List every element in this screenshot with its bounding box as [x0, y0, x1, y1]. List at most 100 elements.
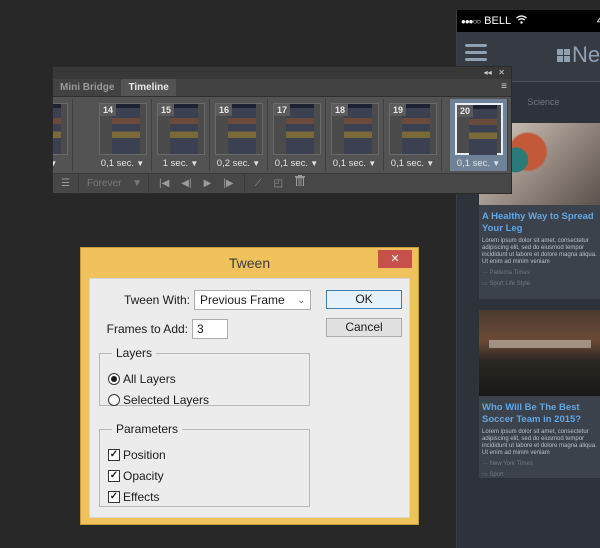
next-frame-icon[interactable]: |▶: [223, 174, 233, 194]
article-excerpt: Lorem ipsum dolor sit amet, consectetur …: [482, 238, 597, 265]
frame-number: 18: [332, 104, 349, 116]
checkbox-label: Effects: [123, 490, 160, 504]
frames-to-add-input[interactable]: 3: [192, 319, 228, 339]
animation-frame[interactable]: 17 0,1 sec. ▼: [268, 99, 326, 171]
checkbox-label: Position: [123, 448, 166, 462]
chevron-down-icon: ▼: [188, 159, 199, 168]
checkbox-opacity[interactable]: ✓ Opacity: [108, 469, 164, 483]
animation-frame[interactable]: 14 0,1 sec. ▼: [94, 99, 152, 171]
article-source: ··· New York Times: [482, 461, 533, 467]
frame-number: 20: [457, 105, 474, 117]
phone-status-bar: ●●●○○ BELL 4:: [457, 10, 600, 32]
ok-button[interactable]: OK: [326, 290, 402, 309]
frame-thumbnail: 16: [215, 103, 263, 155]
frame-strip: sec. ▼ 14 0,1 sec. ▼ 15 1 sec. ▼ 16 0,2 sec. ▼…: [53, 97, 511, 173]
radio-button[interactable]: [108, 394, 120, 406]
frame-delay-select[interactable]: 1 sec. ▼: [152, 158, 209, 169]
checkmark-icon[interactable]: ✓: [108, 491, 120, 503]
frame-delay-select[interactable]: 0,1 sec. ▼: [450, 158, 507, 169]
tab-timeline[interactable]: Timeline: [121, 79, 176, 96]
frame-preview: [469, 105, 497, 155]
article-category-text: Sport Life Style: [489, 281, 531, 287]
timeline-panel: ◂◂ ✕ Mini Bridge Timeline ≡ sec. ▼ 14 0,1 …: [52, 66, 512, 194]
chevron-down-icon: ▼: [132, 177, 142, 189]
dialog-titlebar[interactable]: Tween ✕: [81, 248, 418, 278]
hamburger-icon[interactable]: [465, 44, 487, 66]
article-title[interactable]: A Healthy Way to Spread Your Leg: [479, 205, 600, 238]
checkmark-icon[interactable]: ✓: [108, 470, 120, 482]
frames-to-add-label: Frames to Add:: [106, 322, 188, 336]
chevron-down-icon: ▼: [53, 159, 58, 168]
animation-frame[interactable]: 19 0,1 sec. ▼: [384, 99, 442, 171]
frame-delay-value: 0,1 sec.: [390, 158, 425, 169]
animation-frame[interactable]: 20 0,1 sec. ▼: [450, 99, 508, 171]
article-source-text: Palterna Times: [489, 270, 530, 276]
checkbox-position[interactable]: ✓ Position: [108, 448, 166, 462]
checkbox-effects[interactable]: ✓ Effects: [108, 490, 159, 504]
radio-all-layers[interactable]: All Layers: [108, 372, 176, 386]
convert-timeline-icon[interactable]: ☰: [53, 173, 79, 194]
close-icon[interactable]: ✕: [498, 68, 505, 77]
frame-delay-value: 0,2 sec.: [216, 158, 251, 169]
logo-grid-icon: [557, 48, 570, 62]
close-button[interactable]: ✕: [378, 250, 412, 268]
frame-thumbnail: 18: [331, 103, 379, 155]
frame-thumbnail: 14: [99, 103, 147, 155]
timeline-toolbar: ☰ Forever ▼ |◀ ◀| ▶ |▶ ⟋ ◰: [53, 173, 511, 194]
play-icon[interactable]: ▶: [204, 174, 212, 194]
logo-text: Ne: [572, 42, 600, 67]
radio-button[interactable]: [108, 373, 120, 385]
article-category: ▭ Sport Life Style: [482, 281, 531, 287]
tab-mini-bridge[interactable]: Mini Bridge: [53, 79, 121, 96]
animation-frame[interactable]: 16 0,2 sec. ▼: [210, 99, 268, 171]
article-title[interactable]: Who Will Be The Best Soccer Team in 2015…: [479, 396, 600, 429]
delete-frame-icon[interactable]: [295, 174, 306, 194]
animation-frame[interactable]: sec. ▼: [53, 99, 73, 171]
panel-tabs: Mini Bridge Timeline ≡: [53, 79, 511, 97]
frame-preview: [112, 104, 140, 154]
frame-delay-select[interactable]: 0,1 sec. ▼: [268, 158, 325, 169]
chevron-down-icon: ▼: [134, 159, 145, 168]
panel-menu-icon[interactable]: ≡: [501, 81, 507, 92]
playback-controls: |◀ ◀| ▶ |▶: [149, 173, 245, 194]
frame-delay-select[interactable]: 0,2 sec. ▼: [210, 158, 267, 169]
frame-delay-select[interactable]: 0,1 sec. ▼: [384, 158, 441, 169]
frame-delay-value: 0,1 sec.: [274, 158, 309, 169]
animation-frame[interactable]: 18 0,1 sec. ▼: [326, 99, 384, 171]
tween-with-select[interactable]: Previous Frame ⌄: [194, 290, 311, 310]
checkbox-label: Opacity: [123, 469, 164, 483]
checkmark-icon[interactable]: ✓: [108, 449, 120, 461]
duplicate-frame-icon[interactable]: ◰: [274, 174, 283, 194]
frame-actions: ⟋ ◰: [245, 174, 315, 194]
radio-label: All Layers: [123, 372, 176, 386]
frame-number: 17: [274, 104, 291, 116]
previous-frame-icon[interactable]: ◀|: [181, 174, 191, 194]
layers-legend: Layers: [116, 346, 153, 360]
frame-delay-select[interactable]: sec. ▼: [53, 158, 72, 169]
loop-options-select[interactable]: Forever ▼: [79, 173, 149, 194]
parameters-legend: Parameters: [116, 422, 179, 436]
frame-preview: [286, 104, 314, 154]
frame-thumbnail: 19: [389, 103, 437, 155]
loop-option-label: Forever: [86, 177, 122, 189]
cancel-button[interactable]: Cancel: [326, 318, 402, 337]
radio-selected-layers[interactable]: Selected Layers: [108, 393, 209, 407]
chevron-down-icon: ▼: [366, 159, 377, 168]
tween-with-label: Tween With:: [123, 293, 190, 307]
article-excerpt: Lorem ipsum dolor sit amet, consectetur …: [482, 429, 597, 456]
article-card[interactable]: Who Will Be The Best Soccer Team in 2015…: [479, 310, 600, 478]
dialog-title: Tween: [228, 255, 271, 271]
frame-thumbnail: [53, 103, 68, 155]
frame-delay-select[interactable]: 0,1 sec. ▼: [326, 158, 383, 169]
panel-titlebar[interactable]: ◂◂ ✕: [53, 67, 511, 79]
dialog-body: Tween With: Previous Frame ⌄ Frames to A…: [89, 278, 410, 518]
frame-preview: [228, 104, 256, 154]
animation-frame[interactable]: 15 1 sec. ▼: [152, 99, 210, 171]
frame-thumbnail: 17: [273, 103, 321, 155]
article-source: ··· Palterna Times: [482, 270, 530, 276]
chevron-down-icon: ▼: [424, 159, 435, 168]
first-frame-icon[interactable]: |◀: [159, 174, 169, 194]
collapse-icon[interactable]: ◂◂: [484, 68, 492, 77]
frame-delay-select[interactable]: 0,1 sec. ▼: [94, 158, 151, 169]
tween-icon[interactable]: ⟋: [255, 174, 262, 194]
